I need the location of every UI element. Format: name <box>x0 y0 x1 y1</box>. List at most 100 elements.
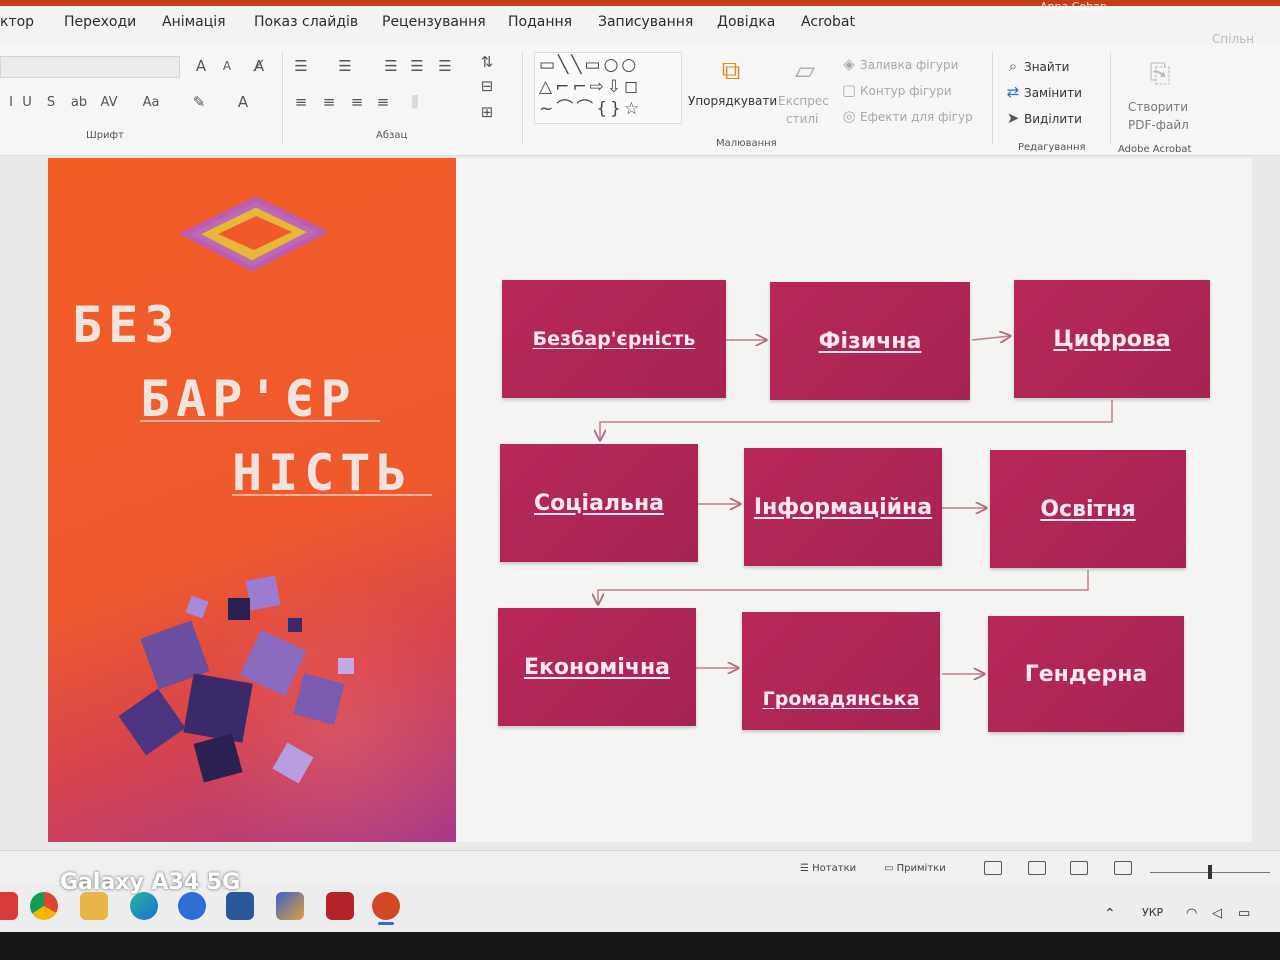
battery-icon[interactable]: ▭ <box>1238 906 1250 921</box>
tab-designer[interactable]: ктор <box>0 14 34 30</box>
align-center-icon[interactable]: ≡ <box>318 92 340 112</box>
comments-button[interactable]: ▭ Примітки <box>884 863 946 874</box>
arrange-icon[interactable]: ⧉ <box>714 54 748 88</box>
group-label-drawing: Малювання <box>716 138 777 149</box>
tab-slideshow[interactable]: Показ слайдів <box>254 14 358 30</box>
edge-icon[interactable] <box>130 892 158 920</box>
app-icon[interactable] <box>276 892 304 920</box>
diagram-box-label: Громадянська <box>762 688 920 710</box>
align-left-icon[interactable]: ≡ <box>290 92 312 112</box>
slideshow-view-icon[interactable] <box>1114 861 1132 875</box>
shape-effects-button[interactable]: Ефекти для фігур <box>860 110 973 124</box>
shape-fill-button[interactable]: Заливка фігури <box>860 58 958 72</box>
language-indicator[interactable]: УКР <box>1142 906 1163 919</box>
tab-help[interactable]: Довідка <box>717 14 775 30</box>
quick-styles-icon[interactable]: ▱ <box>788 54 822 88</box>
shadow-icon[interactable]: S <box>40 92 62 112</box>
change-case-icon[interactable]: Aa <box>140 92 162 112</box>
replace-icon: ⇄ <box>1006 83 1020 101</box>
group-separator <box>282 52 283 144</box>
decrease-indent-icon[interactable]: ☰ <box>380 56 402 76</box>
notes-button[interactable]: ☰ Нотатки <box>800 863 856 874</box>
strikethrough-icon[interactable]: ab <box>68 92 90 112</box>
slide-title-line-1: БЕЗ <box>72 296 181 354</box>
bullets-icon[interactable]: ☰ <box>290 56 312 76</box>
camera-watermark: Galaxy A34 5G <box>60 870 241 895</box>
shapes-gallery[interactable]: ▭╲╲▭○○ △⌐⌐⇨⇩◻ ~⌒⌒{}☆ <box>534 52 682 124</box>
shape-outline-button[interactable]: Контур фігури <box>860 84 952 98</box>
increase-indent-icon[interactable]: ☰ <box>406 56 428 76</box>
diagram-box-educational[interactable]: Освітня <box>990 450 1186 568</box>
reading-view-icon[interactable] <box>1070 861 1088 875</box>
diagram-box-civic[interactable]: Громадянська <box>742 612 940 730</box>
find-button[interactable]: Знайти <box>1024 60 1069 74</box>
select-button[interactable]: Виділити <box>1024 112 1082 126</box>
diagram-box-gender[interactable]: Гендерна <box>988 616 1184 732</box>
text-direction-icon[interactable]: ⇅ <box>476 52 498 72</box>
font-shrink-icon[interactable]: A <box>216 56 238 76</box>
group-label-editing: Редагування <box>1018 142 1086 153</box>
diagram-box-label: Фізична <box>818 328 922 354</box>
diagram-box-social[interactable]: Соціальна <box>500 444 698 562</box>
tab-acrobat[interactable]: Acrobat <box>801 14 855 30</box>
word-icon[interactable] <box>226 892 254 920</box>
volume-icon[interactable]: ◁ <box>1212 906 1222 921</box>
line-spacing-icon[interactable]: ☰ <box>434 56 456 76</box>
tab-recording[interactable]: Записування <box>598 14 693 30</box>
arrow-connector <box>598 570 1089 604</box>
account-name[interactable]: Anna Cobap <box>1040 0 1107 13</box>
title-underline <box>140 420 380 422</box>
columns-icon[interactable]: ⫼ <box>404 92 426 112</box>
create-pdf-button[interactable]: Створити <box>1128 100 1188 114</box>
highlight-icon[interactable]: ✎ <box>188 92 210 112</box>
file-explorer-icon[interactable] <box>80 892 108 920</box>
powerpoint-icon[interactable] <box>372 892 400 920</box>
shape-effects-icon: ◎ <box>842 107 856 125</box>
app-icon[interactable] <box>0 892 18 920</box>
clear-format-icon[interactable]: A̸ <box>248 56 270 76</box>
diagram-box-digital[interactable]: Цифрова <box>1014 280 1210 398</box>
acrobat-icon[interactable] <box>326 892 354 920</box>
wifi-icon[interactable]: ◠ <box>1186 906 1197 921</box>
create-pdf-button-line2: PDF-файл <box>1128 118 1189 132</box>
numbering-icon[interactable]: ☰ <box>334 56 356 76</box>
underline-icon[interactable]: U <box>16 92 38 112</box>
font-color-icon[interactable]: A <box>232 92 254 112</box>
share-button[interactable]: Спільн <box>1212 32 1254 46</box>
quick-styles-button[interactable]: Експрес <box>778 94 829 108</box>
diagram-box-economic[interactable]: Економічна <box>498 608 696 726</box>
diagram-box-informational[interactable]: Інформаційна <box>744 448 942 566</box>
quick-styles-button-line2: стилі <box>786 112 819 126</box>
normal-view-icon[interactable] <box>984 861 1002 875</box>
align-text-icon[interactable]: ⊟ <box>476 76 498 96</box>
title-underline <box>232 494 432 496</box>
group-label-font: Шрифт <box>86 130 124 141</box>
slide-sorter-icon[interactable] <box>1028 861 1046 875</box>
align-right-icon[interactable]: ≡ <box>346 92 368 112</box>
tab-view[interactable]: Подання <box>508 14 572 30</box>
chevron-up-icon[interactable]: ⌃ <box>1104 906 1116 922</box>
chrome-icon[interactable] <box>30 892 58 920</box>
font-grow-icon[interactable]: A <box>190 56 212 76</box>
smartart-convert-icon[interactable]: ⊞ <box>476 102 498 122</box>
windows-taskbar: ⌃ УКР ◠ ◁ ▭ <box>0 884 1280 960</box>
font-name-box[interactable] <box>0 56 180 78</box>
shape-outline-icon: ▢ <box>841 81 857 99</box>
find-icon: ⌕ <box>1008 57 1018 75</box>
tab-animations[interactable]: Анімація <box>162 14 226 30</box>
replace-button[interactable]: Замінити <box>1024 86 1082 100</box>
diagram-box-label: Інформаційна <box>753 494 933 520</box>
char-spacing-icon[interactable]: AV <box>98 92 120 112</box>
diagram-box-barrier-free[interactable]: Безбар'єрність <box>502 280 726 398</box>
select-icon: ➤ <box>1006 109 1020 127</box>
tab-review[interactable]: Рецензування <box>382 14 486 30</box>
slide-canvas[interactable]: БЕЗ БАР'ЄР НІСТЬ Безбар'єрність Фізична <box>48 158 1252 842</box>
arrow-connector <box>971 336 1010 340</box>
justify-icon[interactable]: ≡ <box>372 92 394 112</box>
zoom-slider-thumb[interactable] <box>1208 865 1212 879</box>
tab-transitions[interactable]: Переходи <box>64 14 136 30</box>
arrange-button[interactable]: Упорядкувати <box>688 94 777 108</box>
zoom-app-icon[interactable] <box>178 892 206 920</box>
diagram-box-label: Освітня <box>1040 496 1136 522</box>
diagram-box-physical[interactable]: Фізична <box>770 282 970 400</box>
